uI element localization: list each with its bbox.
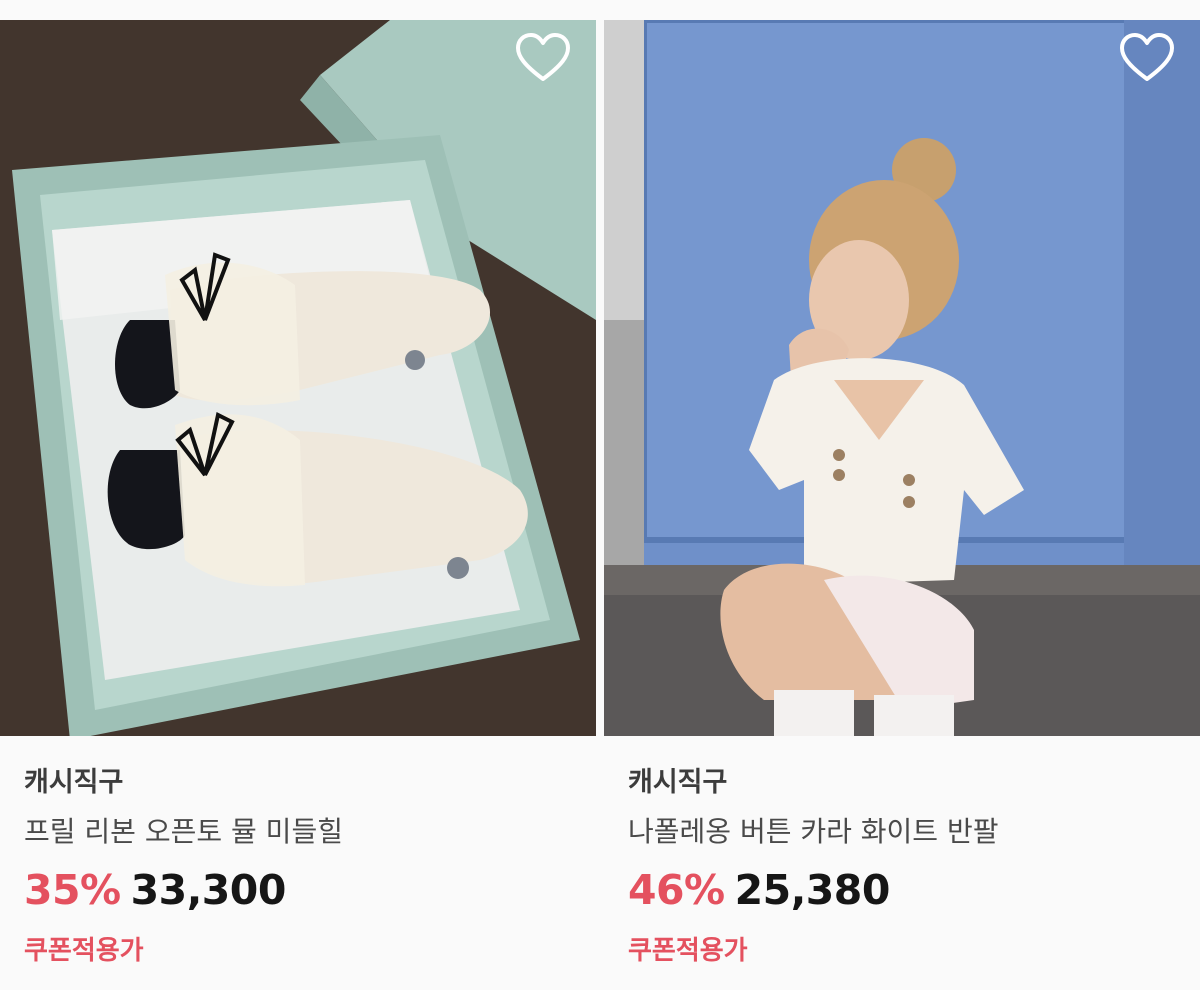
product-title[interactable]: 나폴레옹 버튼 카라 화이트 반팔 bbox=[628, 810, 998, 850]
product-image[interactable] bbox=[604, 20, 1200, 736]
price-row: 46% 25,380 bbox=[628, 866, 890, 914]
sale-price: 25,380 bbox=[734, 866, 891, 914]
model-wearing-shirt-image bbox=[604, 20, 1200, 736]
sale-price: 33,300 bbox=[130, 866, 287, 914]
price-row: 35% 33,300 bbox=[24, 866, 286, 914]
wishlist-button[interactable] bbox=[514, 30, 572, 88]
sandals-in-box-image bbox=[0, 20, 596, 736]
brand-name: 캐시직구 bbox=[24, 767, 124, 798]
coupon-price-label: 쿠폰적용가 bbox=[628, 936, 748, 966]
product-card[interactable]: 캐시직구 프릴 리본 오픈토 뮬 미들힐 35% 33,300 쿠폰적용가 bbox=[0, 0, 596, 990]
product-image[interactable] bbox=[0, 20, 596, 736]
product-grid: 캐시직구 프릴 리본 오픈토 뮬 미들힐 35% 33,300 쿠폰적용가 캐시… bbox=[0, 0, 1200, 990]
product-title[interactable]: 프릴 리본 오픈토 뮬 미들힐 bbox=[24, 810, 343, 850]
brand-name: 캐시직구 bbox=[628, 767, 728, 798]
coupon-price-label: 쿠폰적용가 bbox=[24, 936, 144, 966]
heart-outline-icon bbox=[1120, 33, 1174, 81]
wishlist-button[interactable] bbox=[1118, 30, 1176, 88]
discount-rate: 35% bbox=[24, 866, 121, 914]
discount-rate: 46% bbox=[628, 866, 725, 914]
product-card[interactable]: 캐시직구 나폴레옹 버튼 카라 화이트 반팔 46% 25,380 쿠폰적용가 bbox=[604, 0, 1200, 990]
heart-outline-icon bbox=[516, 33, 570, 81]
